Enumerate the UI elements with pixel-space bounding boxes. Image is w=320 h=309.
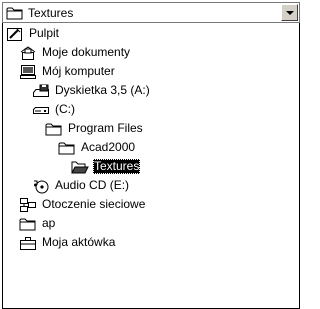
open-folder-icon [71,159,89,175]
tree-item-label: Otoczenie sieciowe [42,197,146,211]
tree-item-label: Textures [93,159,141,174]
folder-icon [19,216,37,232]
tree-item-ap[interactable]: ap [19,214,56,233]
audio-cd-icon [32,178,50,194]
tree-item-acad2000[interactable]: Acad2000 [58,138,136,157]
tree-item-pulpit[interactable]: Pulpit [6,24,60,43]
my-documents-icon [19,45,37,61]
dropdown-button[interactable] [281,4,298,21]
tree-item-program-files[interactable]: Program Files [45,119,144,138]
briefcase-icon [19,235,37,251]
tree-item-label: Moja aktówka [42,235,116,249]
location-combobox[interactable]: Textures [2,2,300,23]
folder-icon [58,140,76,156]
tree-item-textures[interactable]: Textures [71,157,141,176]
combo-value-text: Textures [28,6,74,20]
tree-item-audio-cd-e[interactable]: Audio CD (E:) [32,176,130,195]
tree-item-label: Program Files [68,121,143,135]
tree-item-label: Pulpit [29,26,60,40]
hard-drive-icon [32,102,50,118]
folder-icon [45,121,63,137]
chevron-down-icon [286,11,294,15]
floppy-drive-icon [32,83,50,99]
combo-selected-value: Textures [6,5,73,21]
folder-icon [6,5,24,21]
tree-item-c[interactable]: (C:) [32,100,76,119]
tree-item-label: ap [42,216,56,230]
tree-item-label: (C:) [55,102,75,116]
folder-tree-dropdown-list[interactable]: Pulpit Moje dokumenty Mój komputer Dyskietk… [2,23,300,309]
tree-item-moja-aktówka[interactable]: Moja aktówka [19,233,116,252]
tree-item-label: Moje dokumenty [42,45,131,59]
tree-item-mój-komputer[interactable]: Mój komputer [19,62,116,81]
my-computer-icon [19,64,37,80]
desktop-icon [6,26,24,42]
tree-item-label: Audio CD (E:) [55,178,130,192]
tree-item-label: Mój komputer [42,64,115,78]
tree-item-label: Dyskietka 3,5 (A:) [55,83,150,97]
tree-item-dyskietka-3-5-a[interactable]: Dyskietka 3,5 (A:) [32,81,151,100]
network-neighborhood-icon [19,197,37,213]
tree-item-label: Acad2000 [81,140,136,154]
tree-item-moje-dokumenty[interactable]: Moje dokumenty [19,43,131,62]
tree-item-otoczenie-sieciowe[interactable]: Otoczenie sieciowe [19,195,146,214]
